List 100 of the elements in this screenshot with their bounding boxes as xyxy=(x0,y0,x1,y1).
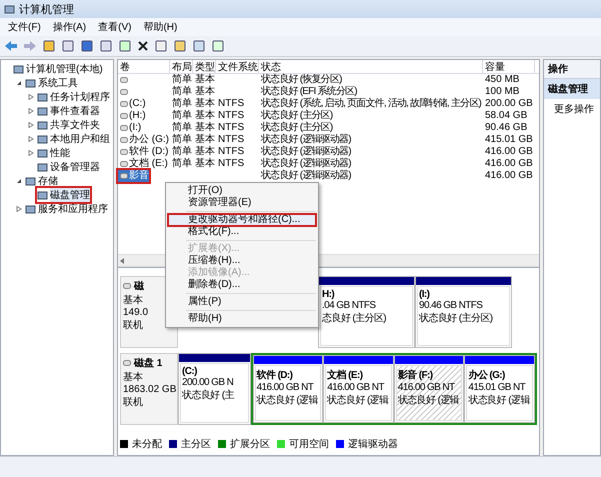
menu-item[interactable]: 查看(V) xyxy=(98,20,132,34)
column-header[interactable]: 文件系统 xyxy=(216,60,259,74)
partition-status: 状态良好 (逻辑 xyxy=(256,394,318,407)
collapsed-arrow-icon[interactable] xyxy=(28,150,34,156)
table-cell-text: NTFS xyxy=(217,110,246,122)
partition-size: 90.46 GB NTFS xyxy=(419,300,482,311)
table-cell-text: 状态良好 (逻辑驱动器) xyxy=(260,146,352,158)
partition[interactable]: H:) .04 GB NTFS 态良好 (主分区) xyxy=(318,276,415,348)
menu-option[interactable]: 资源管理器(E) xyxy=(168,197,316,209)
table-cell-text: 状态良好 (逻辑驱动器) xyxy=(260,170,352,182)
partition[interactable]: 办公 (G:) 415.01 GB NT 状态良好 (逻辑 xyxy=(464,355,536,423)
expanded-arrow-icon[interactable] xyxy=(16,178,22,184)
tree-item[interactable]: 事件查看器 xyxy=(50,104,100,118)
table-cell-text: 基本 xyxy=(194,86,216,98)
menu-option[interactable]: 删除卷(D)... xyxy=(168,279,316,291)
tree-item[interactable]: 设备管理器 xyxy=(50,160,100,174)
collapsed-arrow-icon[interactable] xyxy=(28,94,34,100)
back-arrow-icon[interactable] xyxy=(4,40,18,52)
delete-icon[interactable] xyxy=(137,40,149,52)
table-cell-text: NTFS xyxy=(217,146,246,158)
action-item[interactable]: 更多操作 xyxy=(544,99,600,119)
drive-icon xyxy=(123,283,131,289)
partition-status: 状态良好 (主分区) xyxy=(419,312,492,325)
actions-title: 操作 xyxy=(544,60,600,79)
menu-option[interactable]: 格式化(F)... xyxy=(168,226,316,238)
disk-name: 磁盘 1 xyxy=(134,356,162,370)
highlighted-tree-item[interactable]: 磁盘管理 xyxy=(37,188,90,202)
tree-item[interactable]: 性能 xyxy=(50,146,70,160)
tree-item[interactable]: 系统工具 xyxy=(38,76,78,90)
table-cell-text: NTFS xyxy=(217,98,246,110)
app-icon xyxy=(37,106,48,116)
partition-name: (C:) xyxy=(182,366,197,377)
partition-size: .04 GB NTFS xyxy=(322,300,376,311)
action-item[interactable]: 磁盘管理 xyxy=(544,79,600,99)
partition-status: 状态良好 (逻辑 xyxy=(468,394,530,407)
partition[interactable]: (I:) 90.46 GB NTFS 状态良好 (主分区) xyxy=(415,276,512,348)
tree-item[interactable]: 本地用户和组 xyxy=(50,132,110,146)
app-icon xyxy=(13,64,24,74)
selected-volume-cell[interactable]: 影音 xyxy=(118,170,149,182)
partition[interactable]: 文档 (E:) 416.00 GB NT 状态良好 (逻辑 xyxy=(323,355,394,423)
tree-item[interactable]: 磁盘管理 xyxy=(50,188,90,202)
table-cell-text: NTFS xyxy=(217,134,246,146)
partition-name: 办公 (G:) xyxy=(468,368,505,382)
tree-item[interactable]: 存储 xyxy=(38,174,58,188)
menu-option[interactable]: 帮助(H) xyxy=(168,313,316,325)
table-cell-text: 状态良好 (系统, 启动, 页面文件, 活动, 故障转储, 主分区) xyxy=(260,98,482,109)
collapsed-arrow-icon[interactable] xyxy=(28,136,34,142)
menu-item[interactable]: 操作(A) xyxy=(52,20,86,34)
tree-item[interactable]: 共享文件夹 xyxy=(50,118,100,132)
table-cell-text: 450 MB xyxy=(484,74,520,86)
column-header[interactable]: 类型 xyxy=(193,60,216,74)
table-cell-text: 简单 xyxy=(171,86,193,98)
menu-item[interactable]: 帮助(H) xyxy=(143,20,178,34)
tree-item[interactable]: 任务计划程序 xyxy=(50,90,110,104)
table-cell-text: 简单 xyxy=(171,122,193,134)
partition-size: 416.00 GB NT xyxy=(256,382,314,393)
partition[interactable]: 影音 (F:) 416.00 GB NT 状态良好 (逻辑 xyxy=(394,355,464,423)
table-cell-text: 416.00 GB xyxy=(484,158,534,170)
partition-size: 200.00 GB N xyxy=(182,377,234,388)
table-cell-text: 基本 xyxy=(194,146,216,158)
partition-status: 态良好 (主分区) xyxy=(322,312,386,325)
app-icon xyxy=(25,176,36,186)
app-icon xyxy=(37,120,48,130)
collapsed-arrow-icon[interactable] xyxy=(16,206,22,212)
menu-option[interactable]: 打开(O) xyxy=(168,185,316,197)
disk-size: 149.0 xyxy=(123,307,148,318)
table-cell-text: 416.00 GB xyxy=(484,170,534,182)
partition-size: 415.01 GB NT xyxy=(468,382,526,393)
column-header[interactable]: 卷 xyxy=(118,60,170,74)
column-header[interactable]: 状态 xyxy=(259,60,483,74)
table-cell-text: 基本 xyxy=(194,134,216,146)
collapsed-arrow-icon[interactable] xyxy=(28,122,34,128)
partition-size: 416.00 GB NT xyxy=(398,382,455,393)
expanded-arrow-icon[interactable] xyxy=(16,80,22,86)
disk-name: 磁 xyxy=(134,280,144,293)
column-header[interactable]: 容量 xyxy=(483,60,535,74)
volume-name: 软件 (D:) xyxy=(129,146,168,158)
tree-item[interactable]: 服务和应用程序 xyxy=(38,202,108,216)
partition-name: (I:) xyxy=(419,289,430,300)
disk-type: 基本 xyxy=(123,370,143,384)
table-cell-text: 基本 xyxy=(194,74,216,86)
table-cell-text: 简单 xyxy=(171,134,193,146)
partition[interactable]: (C:) 200.00 GB N 状态良好 (主 xyxy=(178,353,251,425)
partition-name: H:) xyxy=(322,289,334,300)
menu-item[interactable]: 文件(F) xyxy=(8,20,41,34)
window-title: 计算机管理 xyxy=(19,2,74,16)
volume-name: (I:) xyxy=(129,122,142,134)
table-cell-text: 基本 xyxy=(194,122,216,134)
tree-item[interactable]: 计算机管理(本地) xyxy=(26,62,103,76)
scroll-left-arrow-icon[interactable] xyxy=(118,256,126,264)
table-cell-text: 简单 xyxy=(171,74,193,86)
menu-option[interactable]: 压缩卷(H)... xyxy=(168,255,316,267)
legend-label: 扩展分区 xyxy=(230,438,270,451)
column-header[interactable]: 布局 xyxy=(170,60,193,74)
table-cell-text: NTFS xyxy=(217,122,246,134)
partition[interactable]: 软件 (D:) 416.00 GB NT 状态良好 (逻辑 xyxy=(252,355,324,423)
table-cell-text: 简单 xyxy=(171,158,193,170)
collapsed-arrow-icon[interactable] xyxy=(28,108,34,114)
menu-option[interactable]: 属性(P) xyxy=(168,296,316,308)
volume-name: (H:) xyxy=(129,110,146,122)
